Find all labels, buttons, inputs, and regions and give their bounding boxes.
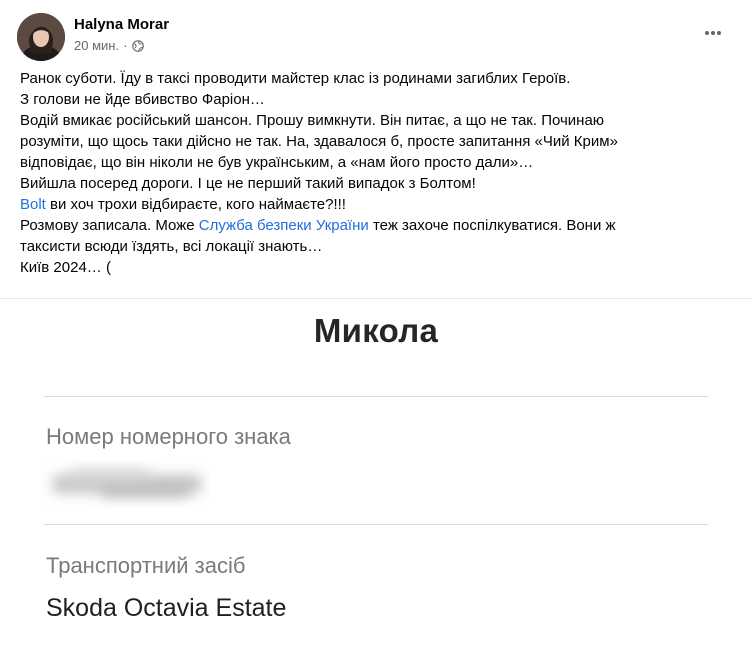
- vehicle-value: Skoda Octavia Estate: [46, 594, 287, 622]
- post-text-segment: ви хоч трохи відбираєте, кого наймаєте?!…: [45, 196, 346, 213]
- blurred-plate-number: [40, 460, 210, 508]
- card-divider: [44, 396, 708, 397]
- post-text-line: розуміти, що щось таки дійсно не так. На…: [20, 131, 736, 152]
- globe-icon[interactable]: [132, 39, 145, 52]
- plate-label: Номер номерного знака: [46, 424, 291, 449]
- mention-link[interactable]: Служба безпеки України: [199, 217, 369, 234]
- avatar-photo: [17, 13, 65, 61]
- post-text-line: таксисти всюди їздять, всі локації знают…: [20, 236, 736, 257]
- vehicle-label: Транспортний засіб: [46, 553, 246, 578]
- post-text-line: Київ 2024… (: [20, 257, 736, 278]
- post-header: Halyna Morar 20 мин. ·: [0, 0, 752, 66]
- post-text-line: Водій вмикає російський шансон. Прошу ви…: [20, 110, 736, 131]
- post-text-line: Bolt ви хоч трохи відбираєте, кого найма…: [20, 194, 736, 215]
- post-meta: 20 мин. ·: [74, 38, 145, 53]
- post-text-line: відповідає, що він ніколи не був українс…: [20, 152, 736, 173]
- avatar[interactable]: [17, 13, 65, 61]
- post-text-segment: Вийшла посеред дороги. І це не перший та…: [20, 175, 476, 192]
- post-text-line: Ранок суботи. Їду в таксі проводити майс…: [20, 68, 736, 89]
- post-text-segment: Розмову записала. Може: [20, 217, 199, 234]
- author-name[interactable]: Halyna Morar: [74, 16, 169, 33]
- post-text-segment: Водій вмикає російський шансон. Прошу ви…: [20, 112, 605, 129]
- post-text-segment: Ранок суботи. Їду в таксі проводити майс…: [20, 70, 571, 87]
- post-text-segment: Київ 2024… (: [20, 259, 111, 276]
- driver-name: Микола: [313, 312, 439, 349]
- post-text-line: Вийшла посеред дороги. І це не перший та…: [20, 173, 736, 194]
- more-dots-icon: [705, 31, 721, 35]
- post-time[interactable]: 20 мин.: [74, 38, 119, 53]
- post-text-line: Розмову записала. Може Служба безпеки Ук…: [20, 215, 736, 236]
- meta-separator: ·: [123, 38, 128, 53]
- post-text: Ранок суботи. Їду в таксі проводити майс…: [20, 68, 736, 278]
- post-text-segment: З голови не йде вбивство Фаріон…: [20, 91, 265, 108]
- post-text-segment: теж захоче поспілкуватися. Вони ж: [368, 217, 616, 234]
- more-options-button[interactable]: [700, 20, 726, 46]
- post-text-segment: розуміти, що щось таки дійсно не так. На…: [20, 133, 618, 150]
- post-text-segment: таксисти всюди їздять, всі локації знают…: [20, 238, 323, 255]
- post-text-line: З голови не йде вбивство Фаріон…: [20, 89, 736, 110]
- card-divider: [44, 524, 708, 525]
- mention-link[interactable]: Bolt: [20, 196, 46, 213]
- post-text-segment: відповідає, що він ніколи не був українс…: [20, 154, 534, 171]
